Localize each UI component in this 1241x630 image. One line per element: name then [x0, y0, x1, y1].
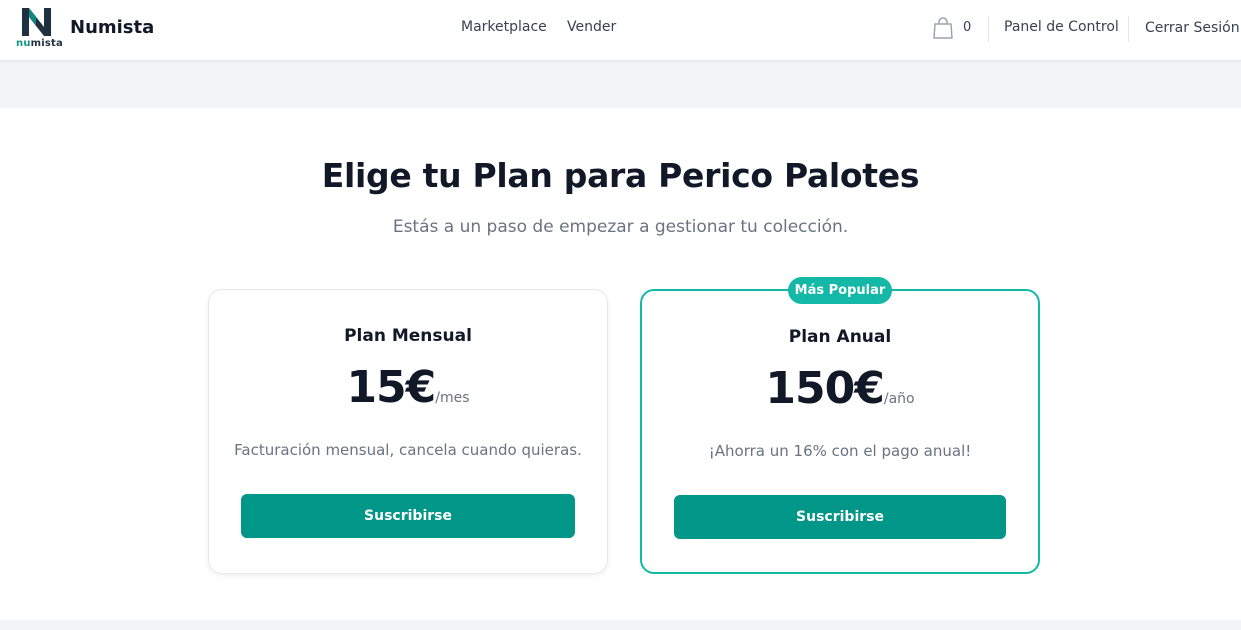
plan-price-row: 150€/año: [642, 363, 1038, 414]
shopping-bag-icon[interactable]: [932, 17, 954, 44]
page-title: Elige tu Plan para Perico Palotes: [321, 156, 920, 195]
cart-count: 0: [963, 20, 972, 35]
plan-price-row: 15€/mes: [209, 362, 607, 413]
logo-wordmark: numista: [16, 38, 63, 49]
plan-price: 150€: [765, 363, 884, 414]
brand-name[interactable]: Numista: [70, 17, 154, 38]
plan-card-monthly: Plan Mensual 15€/mes Facturación mensual…: [208, 289, 608, 574]
subscribe-monthly-button[interactable]: Suscribirse: [241, 494, 575, 538]
page-subtitle: Estás a un paso de empezar a gestionar t…: [392, 217, 849, 237]
plan-price: 15€: [346, 362, 436, 413]
popular-badge: Más Popular: [788, 277, 892, 304]
plan-period: /mes: [435, 390, 470, 406]
plan-name: Plan Mensual: [344, 326, 472, 346]
subscribe-annual-button[interactable]: Suscribirse: [674, 495, 1006, 539]
plan-description: Facturación mensual, cancela cuando quie…: [234, 441, 582, 459]
plan-card-annual: Plan Anual 150€/año ¡Ahorra un 16% con e…: [640, 289, 1040, 574]
nav-divider: [1128, 16, 1129, 42]
numista-logo-icon[interactable]: numista: [14, 7, 63, 53]
top-navbar: numista Numista Marketplace Vender 0 Pan…: [0, 0, 1241, 61]
nav-link-dashboard[interactable]: Panel de Control: [1004, 19, 1119, 35]
plan-period: /año: [883, 391, 915, 407]
plan-description: ¡Ahorra un 16% con el pago anual!: [708, 442, 972, 460]
nav-divider: [988, 16, 989, 42]
nav-link-marketplace[interactable]: Marketplace: [461, 19, 547, 35]
plan-name: Plan Anual: [788, 327, 892, 347]
logout-button[interactable]: Cerrar Sesión: [1145, 20, 1240, 36]
nav-link-sell[interactable]: Vender: [567, 19, 616, 35]
